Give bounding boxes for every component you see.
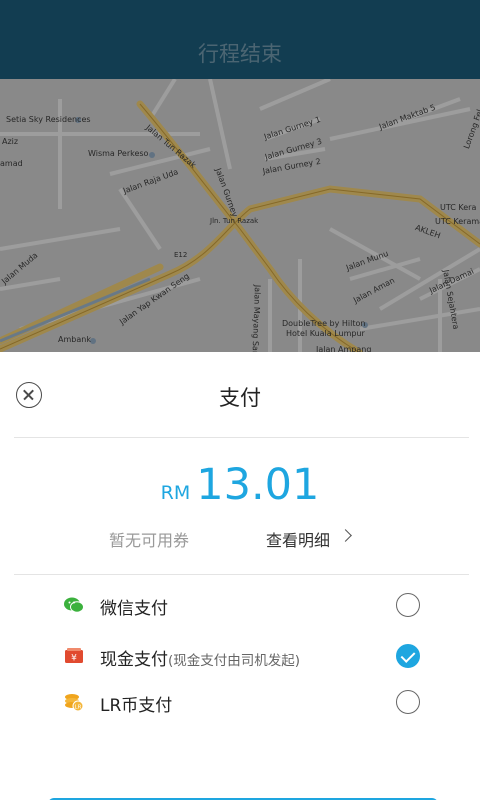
payment-option-label: 微信支付 [100,599,168,619]
payment-option-lr-coin[interactable]: LR LR币支付 [60,685,440,719]
map-label: Ambank [58,335,91,344]
coupon-status: 暂无可用券 [109,531,190,550]
divider [14,437,469,438]
wechat-icon [64,597,84,613]
view-details-link[interactable]: 查看明细 [266,527,330,551]
radio-cash[interactable] [396,644,420,668]
price-value: 13.01 [196,460,320,510]
chevron-right-icon[interactable] [339,529,352,542]
radio-wechat[interactable] [396,593,420,617]
page-title: 行程结束 [198,42,282,66]
map-label: Jln. Tun Razak [210,217,259,225]
payment-sheet: 支付 RM 13.01 暂无可用券 查看明细 微信支付 ¥ 现金支付(现金支付由司… [0,352,480,800]
map-label: UTC Kerama [435,217,480,226]
map-label: UTC Kera [440,203,477,212]
app-header: 行程结束 [0,0,480,79]
map-label: Hotel Kuala Lumpur [286,329,365,338]
currency-label: RM [160,482,191,504]
svg-text:LR: LR [75,705,82,711]
payment-method-name: 现金支付 [100,650,168,670]
payment-option-label: LR币支付 [100,696,173,716]
sheet-title: 支付 [219,386,261,410]
map-label: Wisma Perkeso [88,149,149,158]
payment-option-cash[interactable]: ¥ 现金支付(现金支付由司机发起) [60,639,440,673]
divider [14,574,469,575]
fare-amount: RM 13.01 [0,460,480,510]
map-label: E12 [174,251,188,259]
map-label: amad [0,159,23,168]
lr-coin-icon: LR [65,694,84,712]
map-label: DoubleTree by Hilton [282,319,366,328]
svg-text:¥: ¥ [71,654,77,664]
payment-option-wechat[interactable]: 微信支付 [60,588,440,622]
map-label: Setia Sky Residences [6,115,91,124]
map-label: Aziz [2,137,19,146]
radio-lr-coin[interactable] [396,690,420,714]
payment-note: (现金支付由司机发起) [168,653,301,669]
payment-option-label: 现金支付(现金支付由司机发起) [100,645,300,670]
route-map[interactable]: Setia Sky Residences Aziz amad Wisma Per… [0,79,480,353]
cash-icon: ¥ [65,648,83,664]
